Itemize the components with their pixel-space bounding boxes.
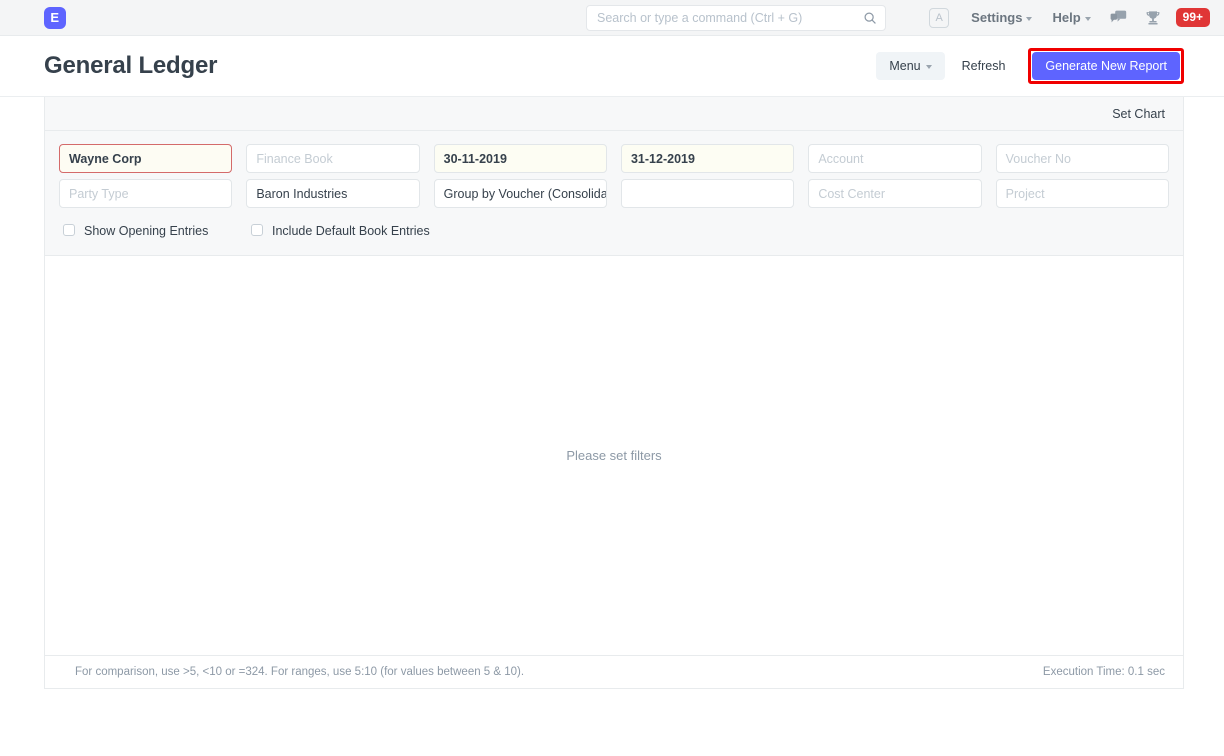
- chevron-down-icon: [1026, 17, 1032, 21]
- generate-new-report-button[interactable]: Generate New Report: [1032, 52, 1180, 80]
- filter-party-type[interactable]: Party Type: [59, 179, 232, 208]
- search-icon: [863, 11, 877, 25]
- avatar[interactable]: A: [929, 8, 949, 28]
- page-actions: Menu Refresh Generate New Report: [876, 48, 1184, 84]
- menu-button-label: Menu: [889, 59, 920, 73]
- notifications-button[interactable]: [1101, 10, 1136, 25]
- brand-logo[interactable]: E: [44, 7, 66, 29]
- checkbox-include-default-book-entries-label: Include Default Book Entries: [272, 222, 430, 241]
- nav-item-settings[interactable]: Settings: [961, 10, 1042, 25]
- filter-hint-text: For comparison, use >5, <10 or =324. For…: [75, 666, 524, 678]
- page-header: General Ledger Menu Refresh Generate New…: [0, 36, 1224, 97]
- filter-company[interactable]: Wayne Corp: [59, 144, 232, 173]
- chevron-down-icon: [1085, 17, 1091, 21]
- filter-project[interactable]: Project: [996, 179, 1169, 208]
- chevron-down-icon: [926, 65, 932, 69]
- report-result-area: Please set filters: [45, 256, 1183, 655]
- checkbox-show-opening-entries-label: Show Opening Entries: [84, 222, 208, 241]
- filter-party[interactable]: Baron Industries: [246, 179, 419, 208]
- set-chart-button[interactable]: Set Chart: [1112, 107, 1165, 121]
- nav-item-help-label: Help: [1052, 10, 1080, 25]
- navbar-right-group: A Settings Help: [929, 8, 1210, 28]
- filter-voucher-no[interactable]: Voucher No: [996, 144, 1169, 173]
- page-body: Set Chart Wayne Corp Finance Book 30-11-…: [0, 97, 1224, 689]
- checkbox-icon[interactable]: [251, 224, 263, 236]
- refresh-button[interactable]: Refresh: [949, 52, 1019, 80]
- filter-account[interactable]: Account: [808, 144, 981, 173]
- primary-action-highlight: Generate New Report: [1028, 48, 1184, 84]
- search-input[interactable]: [595, 10, 863, 26]
- checkbox-show-opening-entries[interactable]: Show Opening Entries: [63, 222, 251, 241]
- empty-state-message: Please set filters: [566, 448, 661, 463]
- chart-toolbar: Set Chart: [45, 97, 1183, 131]
- chat-bubbles-icon: [1110, 10, 1127, 25]
- filter-finance-book[interactable]: Finance Book: [246, 144, 419, 173]
- filter-from-date[interactable]: 30-11-2019: [434, 144, 607, 173]
- filter-cost-center[interactable]: Cost Center: [808, 179, 981, 208]
- page-title: General Ledger: [44, 52, 217, 80]
- achievements-button[interactable]: [1136, 10, 1170, 26]
- filter-row-2: Party Type Baron Industries Group by Vou…: [59, 179, 1169, 208]
- filter-blank[interactable]: [621, 179, 794, 208]
- checkbox-include-default-book-entries[interactable]: Include Default Book Entries: [251, 222, 451, 241]
- report-card: Set Chart Wayne Corp Finance Book 30-11-…: [44, 97, 1184, 689]
- global-search[interactable]: [586, 5, 886, 31]
- filter-section: Wayne Corp Finance Book 30-11-2019 31-12…: [45, 131, 1183, 256]
- checkbox-icon[interactable]: [63, 224, 75, 236]
- filter-group-by[interactable]: Group by Voucher (Consolidated): [434, 179, 607, 208]
- filter-checkboxes: Show Opening Entries Include Default Boo…: [59, 214, 1169, 245]
- execution-time: Execution Time: 0.1 sec: [1043, 666, 1165, 678]
- report-footer: For comparison, use >5, <10 or =324. For…: [45, 655, 1183, 688]
- nav-item-help[interactable]: Help: [1042, 10, 1100, 25]
- notification-count-badge[interactable]: 99+: [1176, 8, 1210, 27]
- menu-button[interactable]: Menu: [876, 52, 944, 80]
- nav-item-settings-label: Settings: [971, 10, 1022, 25]
- filter-to-date[interactable]: 31-12-2019: [621, 144, 794, 173]
- top-navbar: E A Settings Help: [0, 0, 1224, 36]
- trophy-icon: [1145, 10, 1161, 26]
- filter-row-1: Wayne Corp Finance Book 30-11-2019 31-12…: [59, 144, 1169, 173]
